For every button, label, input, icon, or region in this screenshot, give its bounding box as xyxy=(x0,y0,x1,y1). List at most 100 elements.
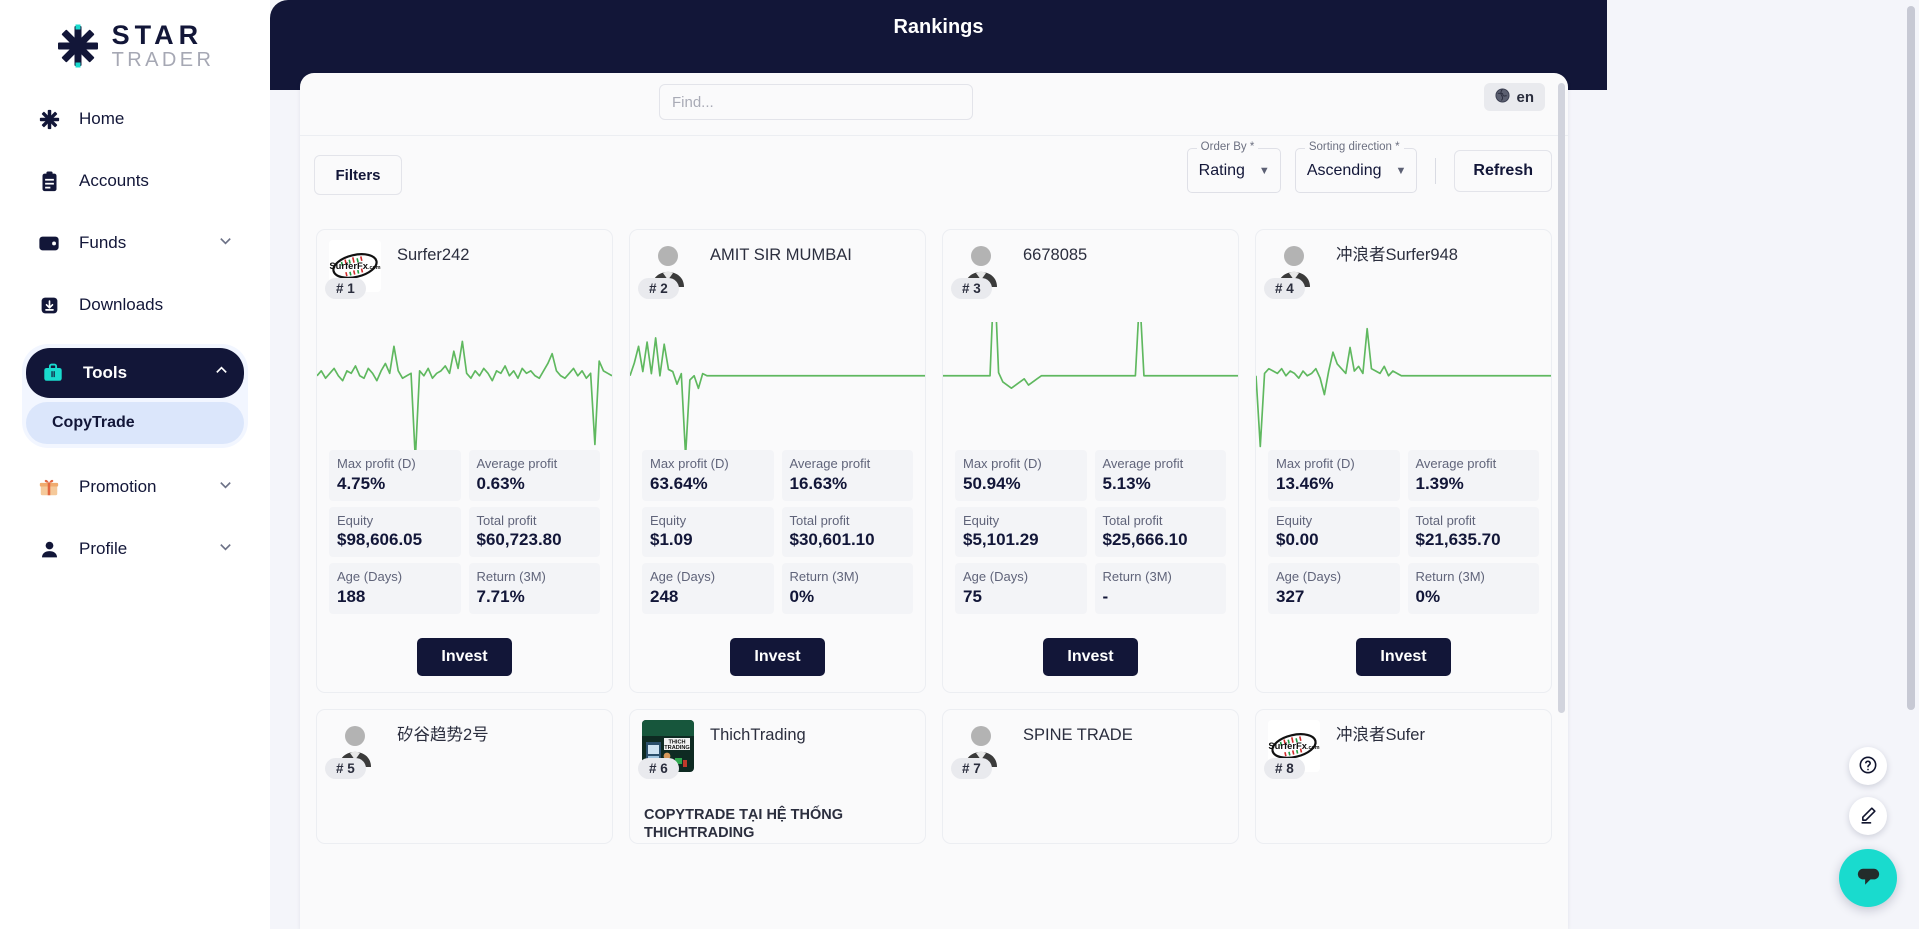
stat-label: Age (Days) xyxy=(963,569,1029,585)
stat-label: Equity xyxy=(650,512,687,528)
invest-button[interactable]: Invest xyxy=(417,637,512,676)
filters-button[interactable]: Filters xyxy=(314,155,402,195)
stat-value: 0.63% xyxy=(476,473,525,493)
rank-badge: # 8 xyxy=(1264,757,1305,779)
refresh-button[interactable]: Refresh xyxy=(1454,149,1552,192)
invest-button[interactable]: Invest xyxy=(730,637,825,676)
trader-name: Surfer242 xyxy=(397,246,470,264)
stat-return-3m: Return (3M) - xyxy=(1094,563,1226,614)
stat-value: $21,635.70 xyxy=(1415,530,1501,550)
stat-label: Max profit (D) xyxy=(1276,456,1355,471)
stat-label: Return (3M) xyxy=(789,569,859,585)
trader-name: 6678085 xyxy=(1023,246,1088,264)
sidebar-group-tools: Tools CopyTrade xyxy=(22,344,248,448)
page-title: Rankings xyxy=(893,15,984,38)
sidebar-item-funds[interactable]: Funds xyxy=(22,220,248,266)
stat-value: 327 xyxy=(1276,586,1305,606)
stat-average-profit: Average profit 5.13% xyxy=(1094,450,1226,501)
sorting-direction-select[interactable]: Sorting direction * Ascending ▼ xyxy=(1294,141,1418,193)
stat-label: Total profit xyxy=(476,512,537,528)
chevron-up-icon xyxy=(214,363,230,383)
stat-label: Age (Days) xyxy=(337,569,403,585)
card-header: # 5 矽谷趋势2号 xyxy=(317,710,612,802)
stat-row: Max profit (D) 13.46% Average profit 1.3… xyxy=(1268,450,1539,501)
stat-age: Age (Days) 327 xyxy=(1268,563,1400,614)
sidebar-item-home[interactable]: Home xyxy=(22,96,248,142)
trader-card[interactable]: # 7 SPINE TRADE xyxy=(942,708,1239,845)
order-by-legend: Order By * xyxy=(1196,141,1259,153)
trader-card[interactable]: # 3 6678085 Max profit (D) 50.94% Averag… xyxy=(942,229,1239,693)
star-burst-icon xyxy=(36,109,62,130)
invest-button[interactable]: Invest xyxy=(1043,637,1138,676)
stat-row: Age (Days) 75 Return (3M) - xyxy=(955,563,1226,614)
search-input[interactable] xyxy=(659,84,973,120)
stat-average-profit: Average profit 16.63% xyxy=(781,450,913,501)
gift-box-icon xyxy=(36,476,62,498)
help-button[interactable] xyxy=(1849,747,1887,785)
stat-value: $0.00 xyxy=(1276,530,1319,550)
invest-button[interactable]: Invest xyxy=(1356,637,1451,676)
controls-separator xyxy=(1435,157,1437,184)
trader-card[interactable]: SurferFx.com # 8 冲浪者Sufer xyxy=(1255,708,1552,845)
stat-label: Average profit xyxy=(476,456,558,471)
sidebar-item-accounts[interactable]: Accounts xyxy=(22,158,248,204)
stat-total-profit: Total profit $60,723.80 xyxy=(468,506,600,558)
language-selector[interactable]: en xyxy=(1484,83,1545,111)
stats-grid: Max profit (D) 13.46% Average profit 1.3… xyxy=(1256,450,1551,630)
sidebar-item-downloads[interactable]: Downloads xyxy=(22,282,248,328)
feedback-edit-button[interactable] xyxy=(1849,797,1887,835)
stat-value: $5,101.29 xyxy=(963,530,1039,550)
invest-button-wrap: Invest xyxy=(317,630,612,692)
trader-card[interactable]: # 2 AMIT SIR MUMBAI Max profit (D) 63.64… xyxy=(629,229,926,693)
avatar-container: # 7 xyxy=(951,720,1013,802)
stat-row: Equity $98,606.05 Total profit $60,723.8… xyxy=(329,506,600,558)
stat-label: Average profit xyxy=(1415,456,1497,471)
svg-text:TRADING: TRADING xyxy=(664,745,689,751)
sidebar-item-promotion[interactable]: Promotion xyxy=(22,464,248,510)
sidebar-item-label: Funds xyxy=(79,233,127,252)
chat-support-button[interactable] xyxy=(1839,849,1897,907)
trader-card[interactable]: # 4 冲浪者Surfer948 Max profit (D) 13.46% A… xyxy=(1255,229,1552,693)
stat-value: 0% xyxy=(789,586,815,606)
brand-logo[interactable]: STAR TRADER xyxy=(0,0,270,96)
card-header: SurferFx.com # 8 冲浪者Sufer xyxy=(1256,710,1551,802)
stat-average-profit: Average profit 0.63% xyxy=(468,450,600,501)
stat-row: Equity $1.09 Total profit $30,601.10 xyxy=(642,506,913,558)
sidebar-item-copytrade[interactable]: CopyTrade xyxy=(26,402,244,444)
stat-value: 7.71% xyxy=(476,586,525,606)
sidebar-subitem-label: CopyTrade xyxy=(52,414,135,431)
sidebar-item-tools[interactable]: Tools xyxy=(26,348,244,398)
language-code: en xyxy=(1516,88,1534,106)
trader-card[interactable]: # 5 矽谷趋势2号 xyxy=(316,708,613,845)
panel-scrollbar-thumb[interactable] xyxy=(1558,83,1565,713)
equity-sparkline-chart xyxy=(1256,322,1551,450)
order-by-select[interactable]: Order By * Rating ▼ xyxy=(1186,141,1281,193)
stat-label: Average profit xyxy=(1102,456,1184,471)
stats-grid: Max profit (D) 4.75% Average profit 0.63… xyxy=(317,450,612,630)
sidebar-item-label: Promotion xyxy=(79,477,157,496)
rank-badge: # 3 xyxy=(951,278,992,299)
controls-row: Filters Order By * Rating ▼ Sorting dire… xyxy=(300,136,1568,214)
stat-label: Equity xyxy=(1276,512,1313,528)
stat-return-3m: Return (3M) 0% xyxy=(781,563,913,614)
floating-action-buttons xyxy=(1839,747,1897,907)
window-scrollbar-track[interactable] xyxy=(1907,0,1917,929)
rank-badge: # 6 xyxy=(638,757,679,779)
trader-card[interactable]: THICH TRADING # 6 ThichTrading COPYTRADE… xyxy=(629,708,926,845)
rank-badge: # 5 xyxy=(325,757,366,779)
avatar-container: SurferFx.com # 8 xyxy=(1264,719,1326,802)
trader-card[interactable]: SurferFx.com # 1 Surfer242 Max profit (D… xyxy=(316,229,613,693)
equity-sparkline-chart xyxy=(317,322,612,450)
window-scrollbar-thumb[interactable] xyxy=(1907,6,1915,710)
sidebar-item-label: Profile xyxy=(79,539,128,558)
stat-label: Return (3M) xyxy=(1102,569,1172,585)
sidebar-item-profile[interactable]: Profile xyxy=(22,526,248,572)
avatar-container: # 3 xyxy=(951,240,1013,322)
stats-grid: Max profit (D) 63.64% Average profit 16.… xyxy=(630,450,925,630)
sidebar-item-label: Accounts xyxy=(79,171,149,190)
globe-icon xyxy=(1495,87,1511,107)
chevron-down-icon xyxy=(218,233,234,253)
stat-return-3m: Return (3M) 0% xyxy=(1407,563,1539,614)
stat-label: Total profit xyxy=(1415,512,1476,528)
stat-label: Max profit (D) xyxy=(963,456,1042,471)
